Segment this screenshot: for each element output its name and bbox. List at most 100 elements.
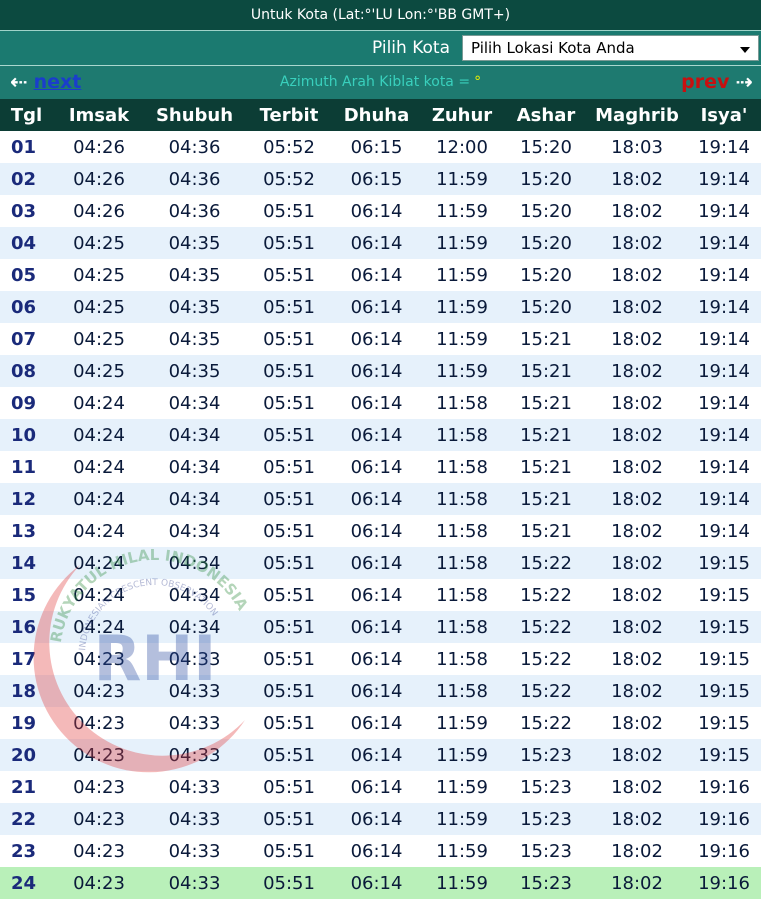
- cell-shubuh: 04:33: [168, 744, 221, 766]
- cell-ashar: 15:23: [520, 744, 572, 766]
- cell-isya: 19:16: [698, 840, 750, 862]
- cell-maghrib: 18:02: [611, 232, 663, 254]
- cell-isya: 19:14: [698, 520, 750, 542]
- cell-dhuha: 06:14: [350, 456, 403, 478]
- cell-terbit: 05:51: [263, 360, 315, 382]
- cell-dhuha: 06:14: [350, 296, 403, 318]
- cell-shubuh: 04:33: [168, 872, 221, 894]
- cell-shubuh: 04:34: [168, 584, 221, 606]
- cell-date: 12: [11, 488, 37, 510]
- cell-maghrib: 18:02: [611, 392, 663, 414]
- cell-maghrib: 18:02: [611, 680, 663, 702]
- cell-shubuh: 04:36: [168, 168, 221, 190]
- cell-isya: 19:14: [698, 296, 750, 318]
- table-row: 18 04:23 04:33 05:51 06:14 11:58 15:22 18:02 19:…: [0, 675, 761, 707]
- cell-dhuha: 06:14: [350, 328, 403, 350]
- column-header-dhuha: Dhuha: [343, 104, 410, 126]
- table-row: 23 04:23 04:33 05:51 06:14 11:59 15:23 18:02 19:…: [0, 835, 761, 867]
- cell-shubuh: 04:34: [168, 456, 221, 478]
- cell-isya: 19:14: [698, 168, 750, 190]
- cell-date: 20: [11, 744, 37, 766]
- table-row: 16 04:24 04:34 05:51 06:14 11:58 15:22 18:02 19:…: [0, 611, 761, 643]
- cell-dhuha: 06:14: [350, 520, 403, 542]
- cell-ashar: 15:20: [520, 296, 572, 318]
- table-row: 05 04:25 04:35 05:51 06:14 11:59 15:20 18:02 19:…: [0, 259, 761, 291]
- cell-imsak: 04:26: [73, 168, 125, 190]
- cell-zuhur: 11:59: [436, 712, 488, 734]
- cell-date: 13: [11, 520, 37, 542]
- cell-date: 23: [11, 840, 37, 862]
- cell-isya: 19:14: [698, 360, 750, 382]
- cell-isya: 19:14: [698, 392, 750, 414]
- column-header-maghrib: Maghrib: [595, 104, 679, 126]
- cell-terbit: 05:51: [263, 648, 315, 670]
- cell-isya: 19:15: [698, 712, 750, 734]
- cell-maghrib: 18:02: [611, 360, 663, 382]
- cell-imsak: 04:23: [73, 648, 125, 670]
- cell-dhuha: 06:14: [350, 680, 403, 702]
- city-select-dropdown[interactable]: Pilih Lokasi Kota Anda: [462, 35, 759, 61]
- cell-maghrib: 18:02: [611, 168, 663, 190]
- cell-dhuha: 06:14: [350, 264, 403, 286]
- cell-shubuh: 04:36: [168, 200, 221, 222]
- cell-imsak: 04:26: [73, 136, 125, 158]
- cell-ashar: 15:23: [520, 840, 572, 862]
- cell-maghrib: 18:02: [611, 424, 663, 446]
- cell-terbit: 05:52: [263, 168, 315, 190]
- cell-imsak: 04:25: [73, 232, 125, 254]
- cell-imsak: 04:25: [73, 328, 125, 350]
- cell-isya: 19:14: [698, 328, 750, 350]
- cell-terbit: 05:51: [263, 680, 315, 702]
- cell-imsak: 04:24: [73, 392, 125, 414]
- column-header-zuhur: Zuhur: [431, 104, 493, 126]
- cell-terbit: 05:51: [263, 232, 315, 254]
- cell-terbit: 05:51: [263, 616, 315, 638]
- cell-date: 11: [11, 456, 37, 478]
- cell-zuhur: 11:58: [436, 392, 488, 414]
- city-select-label: Pilih Kota: [371, 38, 450, 58]
- cell-date: 09: [11, 392, 37, 414]
- cell-maghrib: 18:02: [611, 584, 663, 606]
- cell-date: 15: [11, 584, 37, 606]
- cell-maghrib: 18:03: [611, 136, 663, 158]
- table-header-row: Tgl Imsak Shubuh Terbit Dhuha Zuhur Asha…: [0, 99, 761, 131]
- cell-ashar: 15:22: [520, 712, 572, 734]
- cell-zuhur: 11:59: [436, 360, 488, 382]
- cell-shubuh: 04:34: [168, 424, 221, 446]
- table-row: 13 04:24 04:34 05:51 06:14 11:58 15:21 18:02 19:…: [0, 515, 761, 547]
- cell-isya: 19:15: [698, 616, 750, 638]
- cell-ashar: 15:20: [520, 264, 572, 286]
- cell-shubuh: 04:35: [168, 360, 221, 382]
- cell-isya: 19:14: [698, 200, 750, 222]
- cell-dhuha: 06:14: [350, 840, 403, 862]
- cell-zuhur: 11:58: [436, 584, 488, 606]
- cell-dhuha: 06:14: [350, 552, 403, 574]
- cell-zuhur: 11:58: [436, 488, 488, 510]
- cell-maghrib: 18:02: [611, 488, 663, 510]
- cell-ashar: 15:23: [520, 776, 572, 798]
- qibla-azimuth-text: Azimuth Arah Kiblat kota =: [279, 74, 471, 90]
- cell-zuhur: 11:58: [436, 648, 488, 670]
- cell-ashar: 15:21: [520, 424, 572, 446]
- cell-imsak: 04:26: [73, 200, 125, 222]
- cell-dhuha: 06:14: [350, 360, 403, 382]
- cell-ashar: 15:23: [520, 872, 572, 894]
- cell-zuhur: 11:59: [436, 744, 488, 766]
- table-row: 12 04:24 04:34 05:51 06:14 11:58 15:21 18:02 19:…: [0, 483, 761, 515]
- cell-dhuha: 06:14: [350, 584, 403, 606]
- table-row: 09 04:24 04:34 05:51 06:14 11:58 15:21 18:02 19:…: [0, 387, 761, 419]
- table-row: 08 04:25 04:35 05:51 06:14 11:59 15:21 18:02 19:…: [0, 355, 761, 387]
- cell-shubuh: 04:33: [168, 648, 221, 670]
- table-row: 19 04:23 04:33 05:51 06:14 11:59 15:22 18:02 19:…: [0, 707, 761, 739]
- qibla-azimuth: Azimuth Arah Kiblat kota = °: [0, 74, 761, 90]
- cell-imsak: 04:24: [73, 520, 125, 542]
- cell-terbit: 05:51: [263, 200, 315, 222]
- cell-zuhur: 11:59: [436, 776, 488, 798]
- cell-maghrib: 18:02: [611, 744, 663, 766]
- cell-isya: 19:14: [698, 232, 750, 254]
- prev-link[interactable]: prev ⇢: [681, 70, 753, 94]
- cell-zuhur: 11:59: [436, 872, 488, 894]
- cell-maghrib: 18:02: [611, 776, 663, 798]
- cell-dhuha: 06:14: [350, 616, 403, 638]
- cell-dhuha: 06:14: [350, 808, 403, 830]
